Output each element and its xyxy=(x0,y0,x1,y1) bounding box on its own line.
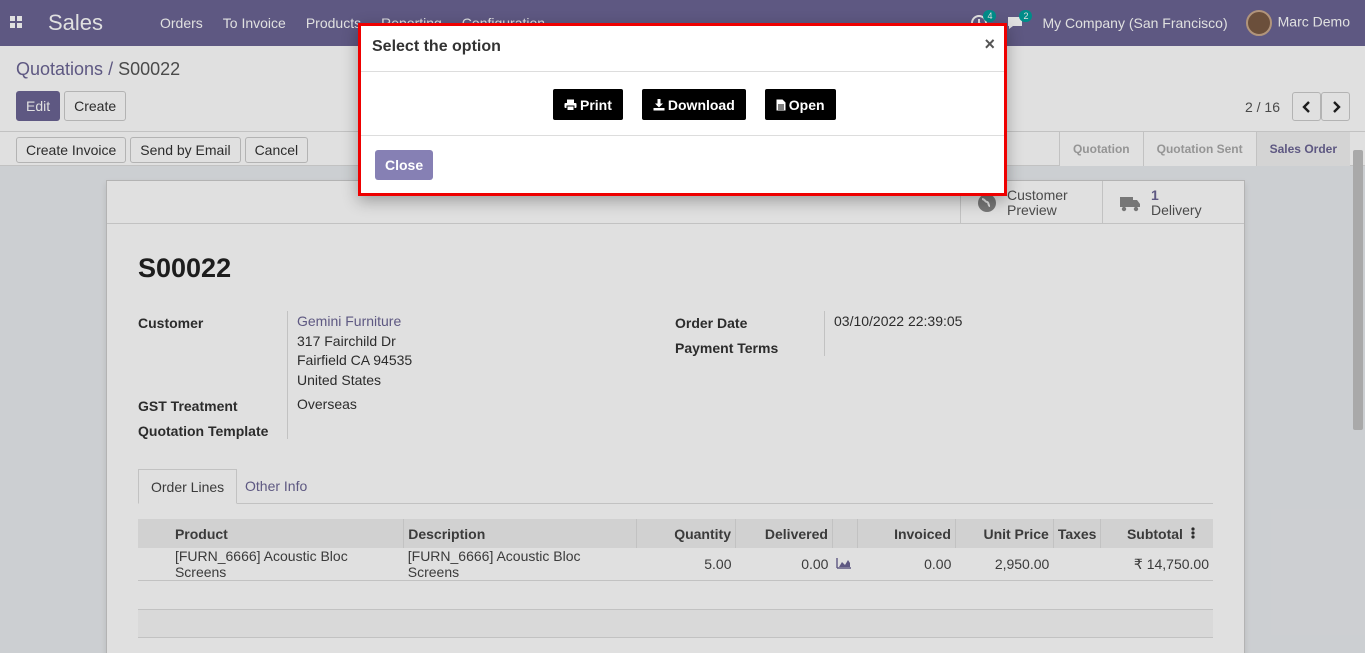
open-label: Open xyxy=(788,96,825,113)
download-button[interactable]: Download xyxy=(641,89,746,120)
print-button[interactable]: Print xyxy=(553,89,623,120)
download-icon xyxy=(653,98,665,110)
file-text-icon xyxy=(776,99,786,110)
dialog-body: Print Download Open xyxy=(361,73,1004,136)
print-icon xyxy=(564,99,577,111)
print-label: Print xyxy=(580,96,612,113)
open-button[interactable]: Open xyxy=(764,89,836,120)
dialog-footer: Close xyxy=(375,150,434,180)
dialog-close-icon[interactable]: × xyxy=(984,34,995,55)
select-option-dialog: Select the option × Print Download Open … xyxy=(358,23,1007,196)
dialog-header: Select the option × xyxy=(361,26,1004,72)
download-label: Download xyxy=(667,96,735,113)
close-button[interactable]: Close xyxy=(375,150,434,180)
dialog-title: Select the option xyxy=(372,38,501,55)
